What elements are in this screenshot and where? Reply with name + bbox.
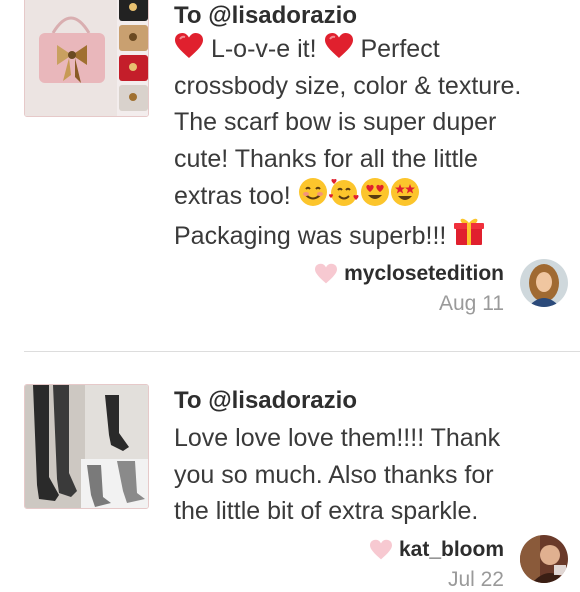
bag-photo-image: [25, 0, 148, 116]
review-date: Aug 11: [439, 292, 504, 315]
reviewer-avatar-image: [520, 259, 568, 307]
red-heart-emoji-icon: [324, 33, 353, 58]
listing-thumbnail[interactable]: [24, 0, 149, 117]
review-line: Love love love them!!!! Thank: [174, 424, 501, 452]
review-line: cute! Thanks for all the little: [174, 144, 478, 173]
wrapped-gift-emoji-icon: [454, 218, 485, 245]
avatar[interactable]: [520, 259, 568, 307]
review-date: Jul 22: [447, 568, 504, 591]
red-heart-emoji-icon: [175, 33, 203, 58]
review-line: crossbody size, color & texture.: [174, 71, 522, 100]
review-item: To @lisadorazio L-o-v-e it! Perfect cros…: [0, 0, 580, 351]
review-item: To @lisadorazio Love love love them!!!! …: [0, 352, 580, 591]
reviewer-username[interactable]: kat_bloom: [399, 538, 504, 562]
review-line: you so much. Also thanks for: [174, 460, 494, 489]
review-line: the little bit of extra sparkle.: [174, 497, 479, 525]
review-line: Packaging was superb!!!: [174, 215, 569, 255]
boots-photo-image: [25, 385, 148, 508]
review-line: extras too!: [174, 177, 569, 215]
review-text: L-o-v-e it! Perfect crossbody size, colo…: [174, 31, 569, 254]
smiling-face-with-hearts-emoji-icon: [328, 178, 359, 206]
reviewer-avatar-image: [520, 535, 568, 583]
reviewer-username[interactable]: myclosetedition: [344, 262, 504, 286]
review-recipient[interactable]: To @lisadorazio: [174, 387, 357, 415]
reviewer-info: kat_bloom: [369, 536, 504, 564]
heart-outline-icon[interactable]: [314, 263, 338, 285]
smiling-face-emoji-icon: [298, 178, 327, 206]
review-line: The scarf bow is super duper: [174, 108, 497, 136]
star-struck-emoji-icon: [390, 178, 419, 206]
listing-thumbnail[interactable]: [24, 384, 149, 509]
heart-outline-icon[interactable]: [369, 539, 393, 561]
avatar[interactable]: [520, 535, 568, 583]
review-text: Love love love them!!!! Thank you so muc…: [174, 420, 569, 530]
reviewer-info: myclosetedition: [314, 260, 504, 288]
review-recipient[interactable]: To @lisadorazio: [174, 2, 357, 30]
heart-eyes-emoji-icon: [360, 178, 389, 206]
review-line: L-o-v-e it! Perfect: [174, 31, 569, 68]
